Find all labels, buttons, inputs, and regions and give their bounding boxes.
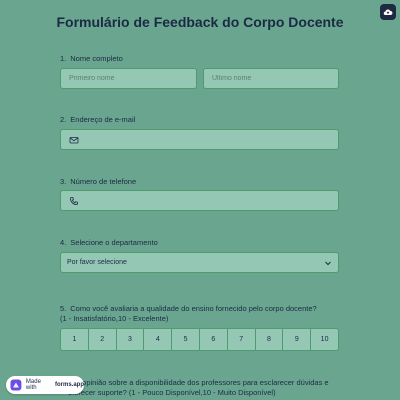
rating-option[interactable]: 5 (172, 329, 200, 350)
email-field[interactable] (60, 129, 339, 150)
question-2-label: 2. Endereço de e-mail (60, 115, 136, 124)
chevron-down-icon (325, 261, 331, 265)
rating-option[interactable]: 2 (89, 329, 117, 350)
department-select[interactable]: Por favor selecione (60, 252, 339, 273)
rating-option[interactable]: 3 (117, 329, 145, 350)
rating-option[interactable]: 1 (61, 329, 89, 350)
rating-option[interactable]: 8 (256, 329, 284, 350)
rating-option[interactable]: 4 (144, 329, 173, 350)
department-selected-value: Por favor selecione (67, 259, 127, 266)
forms-app-badge[interactable]: Made with forms.app (6, 376, 84, 394)
phone-field[interactable] (60, 190, 339, 211)
first-name-field[interactable] (60, 68, 197, 89)
email-input[interactable] (83, 136, 338, 143)
forms-app-logo-icon (10, 379, 22, 391)
page-title: Formulário de Feedback do Corpo Docente (56, 14, 344, 30)
question-1-label: 1. Nome completo (60, 54, 123, 63)
badge-brand: forms.app (54, 382, 84, 388)
question-4-label: 4. Selecione o departamento (60, 238, 158, 247)
rating-option[interactable]: 6 (200, 329, 228, 350)
rating-option[interactable]: 7 (228, 329, 256, 350)
rating-option[interactable]: 10 (311, 329, 338, 350)
badge-prefix: Made with (25, 379, 41, 391)
rating-option[interactable]: 9 (283, 329, 312, 350)
last-name-field[interactable] (203, 68, 339, 89)
question-3-label: 3. Número de telefone (60, 177, 137, 186)
question-5-label: 5. Como você avaliaria a qualidade do ens… (60, 304, 317, 323)
phone-icon (69, 196, 78, 205)
last-name-input[interactable] (212, 75, 338, 82)
question-6-label: sua opinião sobre a disponibilidade dos … (68, 378, 329, 397)
phone-input[interactable] (83, 197, 338, 204)
first-name-input[interactable] (69, 75, 196, 82)
rating-scale: 1 2 3 4 5 6 7 8 9 10 (60, 328, 339, 351)
envelope-icon (69, 136, 79, 143)
